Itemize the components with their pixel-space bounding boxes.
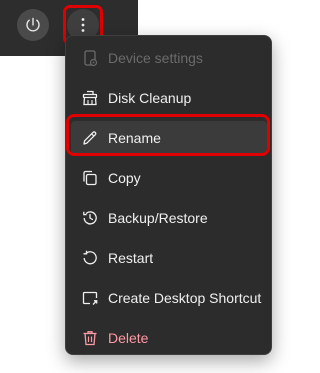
menu-item-label: Backup/Restore bbox=[108, 210, 208, 226]
menu-item-copy[interactable]: Copy bbox=[71, 161, 267, 195]
backup-restore-icon bbox=[80, 208, 100, 228]
copy-icon bbox=[80, 168, 100, 188]
trash-icon bbox=[80, 328, 100, 348]
restart-icon bbox=[80, 248, 100, 268]
menu-item-restart[interactable]: Restart bbox=[71, 241, 267, 275]
menu-item-create-desktop-shortcut[interactable]: Create Desktop Shortcut bbox=[71, 281, 267, 315]
menu-item-label: Device settings bbox=[108, 50, 203, 66]
menu-item-backup-restore[interactable]: Backup/Restore bbox=[71, 201, 267, 235]
menu-item-disk-cleanup[interactable]: Disk Cleanup bbox=[71, 81, 267, 115]
menu-item-device-settings: Device settings bbox=[71, 41, 267, 75]
device-settings-icon bbox=[80, 48, 100, 68]
broom-icon bbox=[80, 88, 100, 108]
menu-item-label: Restart bbox=[108, 250, 154, 266]
shortcut-icon bbox=[80, 288, 100, 308]
menu-item-label: Copy bbox=[108, 170, 141, 186]
menu-item-label: Disk Cleanup bbox=[108, 90, 192, 106]
menu-item-delete[interactable]: Delete bbox=[71, 321, 267, 355]
menu-item-label: Delete bbox=[108, 330, 149, 346]
context-menu: Device settings Disk Cleanup Rename Copy… bbox=[65, 35, 272, 355]
power-icon bbox=[24, 16, 42, 34]
menu-item-label: Create Desktop Shortcut bbox=[108, 290, 262, 306]
rename-highlight bbox=[66, 114, 270, 156]
power-button[interactable] bbox=[17, 9, 49, 41]
